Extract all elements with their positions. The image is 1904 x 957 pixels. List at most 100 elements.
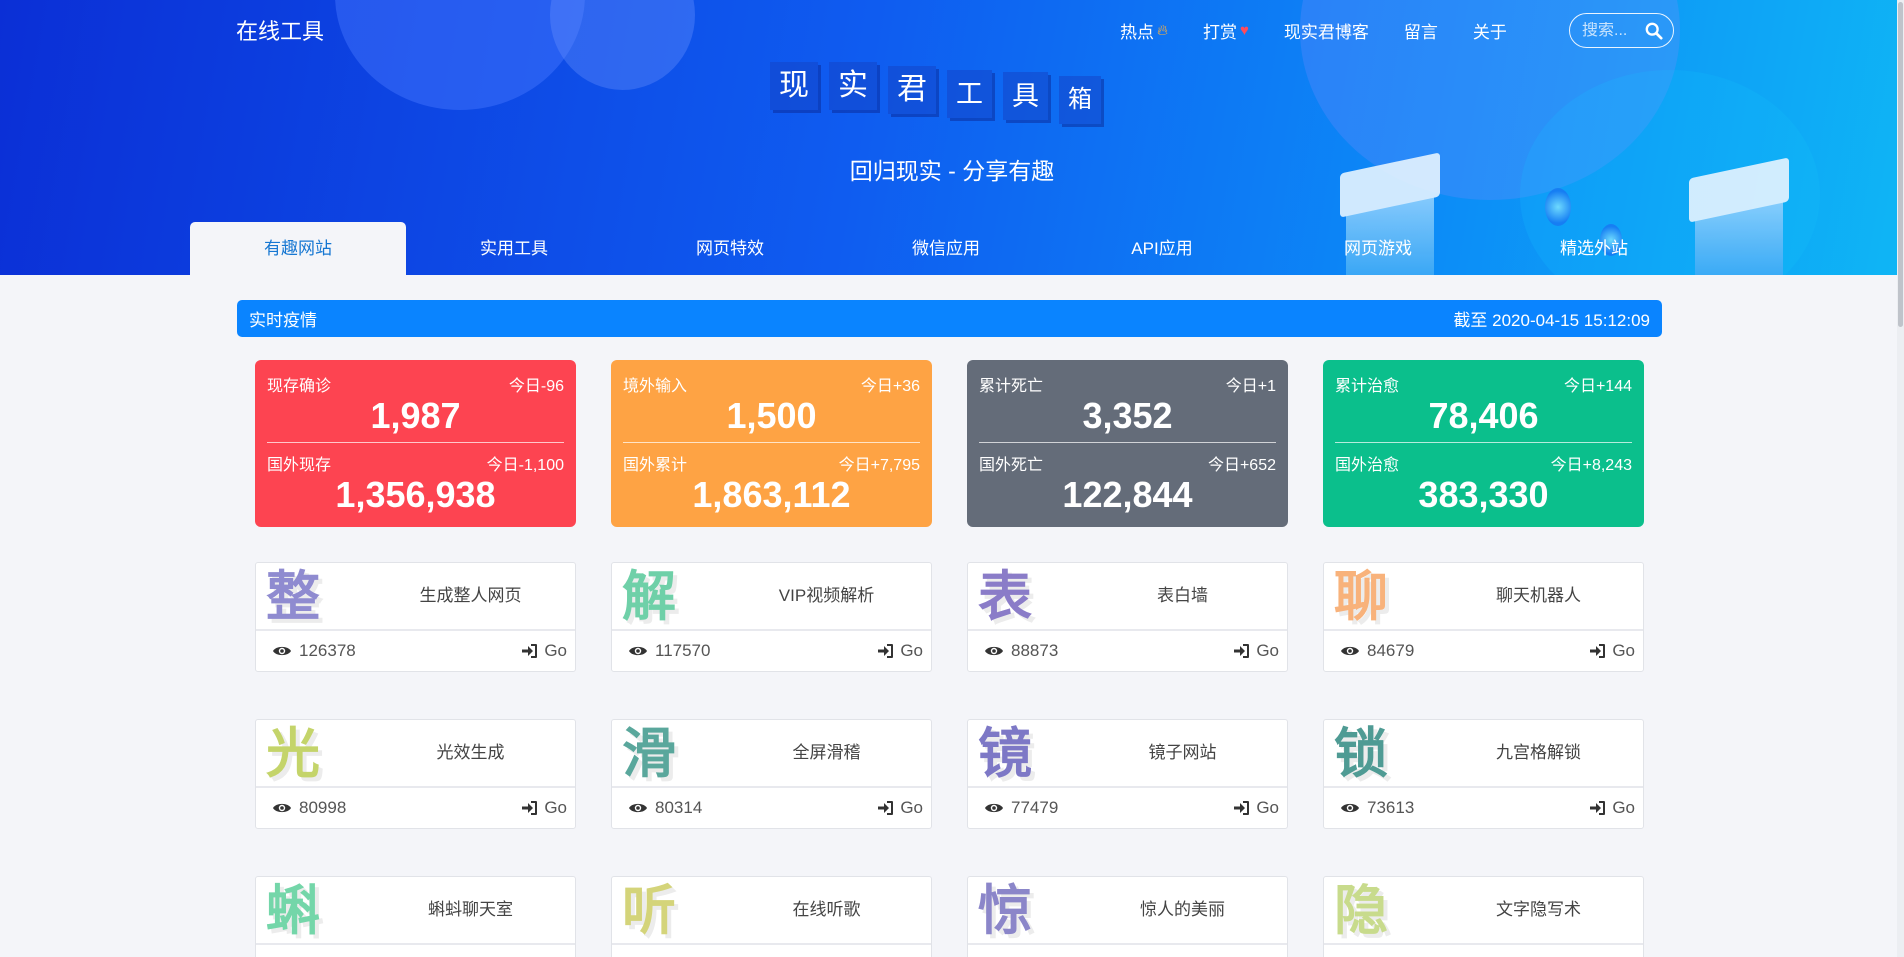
tool-card-footer: 117570 Go [612, 631, 931, 671]
tab-featured-sites[interactable]: 精选外站 [1486, 222, 1702, 275]
view-count-value: 80314 [655, 798, 703, 817]
nav-item-label: 留言 [1403, 23, 1438, 42]
page-scrollbar[interactable] [1897, 0, 1904, 957]
nav-item-blog[interactable]: 现实君博客 [1284, 18, 1369, 43]
tab-practical-tools[interactable]: 实用工具 [406, 222, 622, 275]
tool-name[interactable]: VIP视频解析 [732, 563, 921, 629]
tool-card-footer: 88873 Go [968, 631, 1287, 671]
tool-name[interactable]: 表白墙 [1088, 563, 1277, 629]
tool-name[interactable]: 聊天机器人 [1444, 563, 1633, 629]
nav-item-donate[interactable]: 打赏 ♥ [1203, 18, 1249, 43]
go-link[interactable]: Go [877, 798, 923, 818]
view-count-value: 126378 [299, 641, 356, 660]
eye-icon [629, 803, 647, 813]
go-label: Go [1612, 641, 1635, 660]
tool-card[interactable]: 隐文字隐写术 [1323, 876, 1644, 957]
tab-fun-sites[interactable]: 有趣网站 [190, 222, 406, 275]
tool-name[interactable]: 蝌蚪聊天室 [376, 877, 565, 943]
tool-card[interactable]: 镜镜子网站 77479 Go [967, 719, 1288, 829]
tool-card-footer: 84679 Go [1324, 631, 1643, 671]
stat-label: 国外治愈 [1335, 457, 1400, 474]
tool-name[interactable]: 镜子网站 [1088, 720, 1277, 786]
divider [267, 442, 564, 443]
tool-glyph: 蝌 [266, 881, 320, 941]
tool-card-header: 隐文字隐写术 [1324, 877, 1643, 945]
tool-card-footer [968, 945, 1287, 957]
go-link[interactable]: Go [521, 798, 567, 818]
go-label: Go [1256, 641, 1279, 660]
tool-card[interactable]: 解 VIP视频解析 117570 Go [611, 562, 932, 672]
tool-card[interactable]: 听在线听歌 [611, 876, 932, 957]
logo-char: 君 [888, 66, 936, 114]
nav-item-label: 现实君博客 [1283, 23, 1369, 42]
tool-card-header: 聊聊天机器人 [1324, 563, 1643, 631]
tab-wechat-apps[interactable]: 微信应用 [838, 222, 1054, 275]
tool-glyph: 锁 [1334, 724, 1388, 784]
tool-card[interactable]: 惊惊人的美丽 [967, 876, 1288, 957]
go-label: Go [544, 641, 567, 660]
tool-name[interactable]: 九宫格解锁 [1444, 720, 1633, 786]
tool-name[interactable]: 在线听歌 [732, 877, 921, 943]
tool-name[interactable]: 惊人的美丽 [1088, 877, 1277, 943]
site-brand[interactable]: 在线工具 [236, 14, 324, 46]
sign-in-icon [1590, 801, 1606, 815]
divider [979, 442, 1276, 443]
top-nav: 热点 🔥︎ 打赏 ♥ 现实君博客 留言 关于 [1120, 18, 1542, 43]
tab-api-apps[interactable]: API应用 [1054, 222, 1270, 275]
stat-label: 现存确诊 [267, 378, 332, 395]
stat-value: 78,406 [1428, 395, 1539, 436]
nav-item-about[interactable]: 关于 [1473, 18, 1507, 43]
category-tabs: 有趣网站 实用工具 网页特效 微信应用 API应用 网页游戏 精选外站 [190, 222, 1702, 275]
tool-glyph: 滑 [622, 724, 676, 784]
tool-name[interactable]: 光效生成 [376, 720, 565, 786]
tool-card[interactable]: 聊聊天机器人 84679 Go [1323, 562, 1644, 672]
search-input[interactable] [1582, 21, 1642, 40]
go-link[interactable]: Go [877, 641, 923, 661]
go-label: Go [900, 798, 923, 817]
tool-card[interactable]: 锁九宫格解锁 73613 Go [1323, 719, 1644, 829]
go-link[interactable]: Go [1233, 641, 1279, 661]
tab-web-games[interactable]: 网页游戏 [1270, 222, 1486, 275]
tool-card-footer: 80314 Go [612, 788, 931, 828]
hero-tagline: 回归现实 - 分享有趣 [849, 158, 1055, 184]
sign-in-icon [878, 801, 894, 815]
view-count-value: 117570 [655, 641, 711, 660]
stat-label: 国外现存 [267, 457, 332, 474]
hero-logo: 现 实 君 工 具 箱 [770, 62, 1112, 124]
tool-card-header: 滑全屏滑稽 [612, 720, 931, 788]
tool-card[interactable]: 滑全屏滑稽 80314 Go [611, 719, 932, 829]
tool-name[interactable]: 全屏滑稽 [732, 720, 921, 786]
eye-icon [629, 646, 647, 656]
nav-item-label: 打赏 [1203, 23, 1238, 42]
tab-web-effects[interactable]: 网页特效 [622, 222, 838, 275]
tool-card[interactable]: 蝌蝌蚪聊天室 [255, 876, 576, 957]
decor-bubble [550, 0, 695, 90]
tool-name[interactable]: 生成整人网页 [376, 563, 565, 629]
tool-card[interactable]: 整生成整人网页 126378 Go [255, 562, 576, 672]
go-link[interactable]: Go [1589, 641, 1635, 661]
go-link[interactable]: Go [521, 641, 567, 661]
scrollbar-thumb[interactable] [1898, 2, 1903, 327]
view-count: 80998 [272, 798, 346, 818]
tool-card[interactable]: 表表白墙 88873 Go [967, 562, 1288, 672]
stat-value: 1,500 [726, 395, 817, 436]
go-link[interactable]: Go [1233, 798, 1279, 818]
view-count: 73613 [1340, 798, 1414, 818]
sign-in-icon [878, 644, 894, 658]
logo-char: 具 [1003, 72, 1048, 120]
nav-item-hot[interactable]: 热点 🔥︎ [1120, 18, 1168, 43]
tool-card-footer [1324, 945, 1643, 957]
search-icon[interactable] [1645, 22, 1663, 40]
tool-card[interactable]: 光光效生成 80998 Go [255, 719, 576, 829]
stat-value: 1,356,938 [335, 474, 496, 515]
view-count: 84679 [1340, 641, 1414, 661]
eye-icon [985, 646, 1003, 656]
nav-item-message[interactable]: 留言 [1404, 18, 1438, 43]
view-count: 77479 [984, 798, 1058, 818]
tool-name[interactable]: 文字隐写术 [1444, 877, 1633, 943]
tool-card-header: 听在线听歌 [612, 877, 931, 945]
go-link[interactable]: Go [1589, 798, 1635, 818]
eye-icon [985, 803, 1003, 813]
tool-card-header: 惊惊人的美丽 [968, 877, 1287, 945]
sign-in-icon [1234, 801, 1250, 815]
